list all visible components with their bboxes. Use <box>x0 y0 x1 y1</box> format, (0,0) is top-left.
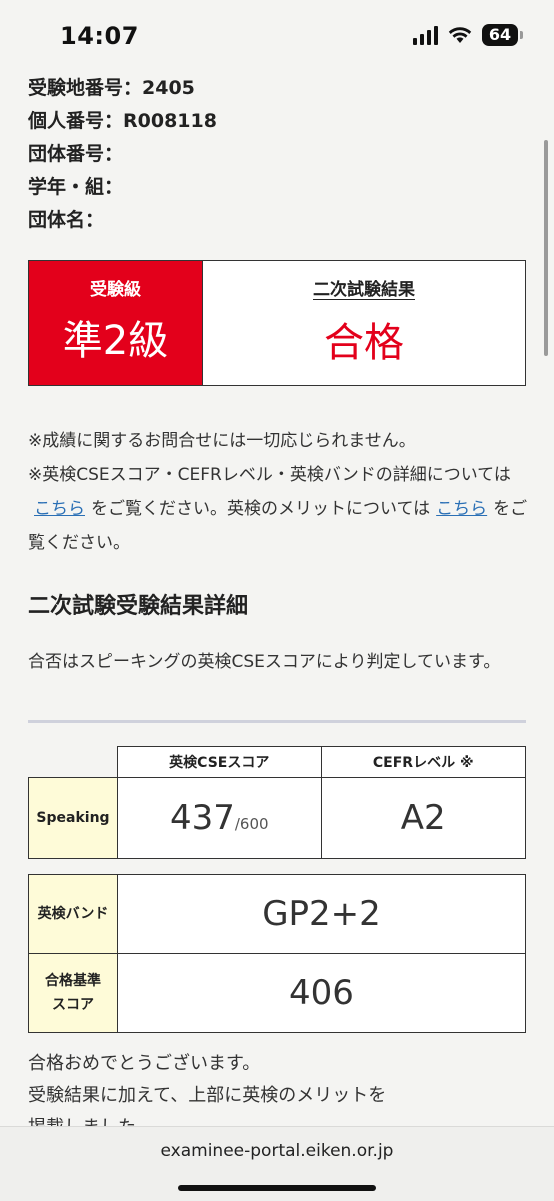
exam-grade-cell: 受験級 準2級 <box>29 261 203 385</box>
cse-score-header: 英検CSEスコア <box>117 746 322 778</box>
table-row: Speaking 437/600 A2 <box>28 777 526 859</box>
grade-result-box: 受験級 準2級 二次試験結果 合格 <box>28 260 526 386</box>
info-label: 個人番号： <box>28 110 124 132</box>
pass-threshold-value: 406 <box>117 953 526 1033</box>
pass-threshold-label-line: スコア <box>52 997 94 1013</box>
cse-score-value: 437 <box>169 798 235 838</box>
table-row: 合格基準スコア 406 <box>28 953 526 1033</box>
info-row-personal-id: 個人番号：R008118 <box>28 105 217 138</box>
note-text: をご覧ください。英検のメリットについては <box>91 499 431 519</box>
examinee-info: 受験地番号：2405 個人番号：R008118 団体番号： 学年・組： 団体名： <box>28 72 217 237</box>
pass-threshold-label-line: 合格基準 <box>45 973 101 989</box>
cse-score-max: /600 <box>234 815 269 833</box>
section-title: 二次試験受験結果詳細 <box>28 594 249 619</box>
pass-threshold-label: 合格基準 スコア <box>28 953 118 1033</box>
info-row-group-id: 団体番号： <box>28 138 217 171</box>
exam-result-label: 二次試験結果 <box>313 280 415 300</box>
band-table: 英検バンド GP2+2 合格基準スコア 406 <box>28 874 526 1033</box>
congrats-line: 受験結果に加えて、上部に英検のメリットを <box>28 1085 387 1106</box>
scrollbar-thumb[interactable] <box>544 140 548 356</box>
info-row-group-name: 団体名： <box>28 204 217 237</box>
info-label: 受験地番号： <box>28 77 143 99</box>
note-text: ※英検CSEスコア・CEFRレベル・英検バンドの詳細については <box>28 465 511 485</box>
url-text[interactable]: examinee-portal.eiken.or.jp <box>0 1141 554 1161</box>
note-inquiry: ※成績に関するお問合せには一切応じられません。 <box>28 431 416 451</box>
notes: ※成績に関するお問合せには一切応じられません。 ※英検CSEスコア・CEFRレベ… <box>28 424 528 560</box>
exam-grade-value: 準2級 <box>62 318 169 364</box>
info-label: 団体名： <box>28 209 105 231</box>
info-row-venue: 受験地番号：2405 <box>28 72 217 105</box>
battery-icon: 64 <box>482 24 523 46</box>
exam-grade-label: 受験級 <box>90 280 141 300</box>
section-description: 合否はスピーキングの英検CSEスコアにより判定しています。 <box>28 652 501 672</box>
note-details: ※英検CSEスコア・CEFRレベル・英検バンドの詳細についてはこちら をご覧くださ… <box>28 458 528 560</box>
score-table: 英検CSEスコア CEFRレベル ※ Speaking 437/600 A2 <box>28 746 526 859</box>
exam-result-value: 合格 <box>324 320 404 366</box>
info-value: 2405 <box>142 77 195 99</box>
wifi-icon <box>448 26 472 44</box>
cefr-level-header: CEFRレベル ※ <box>320 746 526 778</box>
table-row: 英検バンド GP2+2 <box>28 874 526 954</box>
cellular-signal-icon <box>413 25 438 45</box>
info-value: R008118 <box>123 110 217 132</box>
exam-result-cell: 二次試験結果 合格 <box>203 261 525 385</box>
eiken-band-value: GP2+2 <box>117 874 526 954</box>
status-bar: 14:07 64 <box>0 0 554 72</box>
status-time: 14:07 <box>60 22 139 50</box>
browser-url-bar[interactable]: examinee-portal.eiken.or.jp <box>0 1126 554 1201</box>
info-label: 学年・組： <box>28 176 124 198</box>
section-divider <box>28 720 526 723</box>
congrats-line: 合格おめでとうございます。 <box>28 1053 261 1074</box>
table-header-row: 英検CSEスコア CEFRレベル ※ <box>28 746 526 778</box>
cse-score-cell: 437/600 <box>117 777 322 859</box>
status-icons: 64 <box>413 24 523 46</box>
eiken-band-label: 英検バンド <box>28 874 118 954</box>
merits-link[interactable]: こちら <box>436 499 487 519</box>
info-label: 団体番号： <box>28 143 124 165</box>
speaking-label: Speaking <box>28 777 118 859</box>
info-row-grade-class: 学年・組： <box>28 171 217 204</box>
cefr-level-value: A2 <box>320 777 526 859</box>
home-indicator[interactable] <box>178 1185 376 1191</box>
table-corner <box>28 746 118 778</box>
details-link[interactable]: こちら <box>34 499 85 519</box>
